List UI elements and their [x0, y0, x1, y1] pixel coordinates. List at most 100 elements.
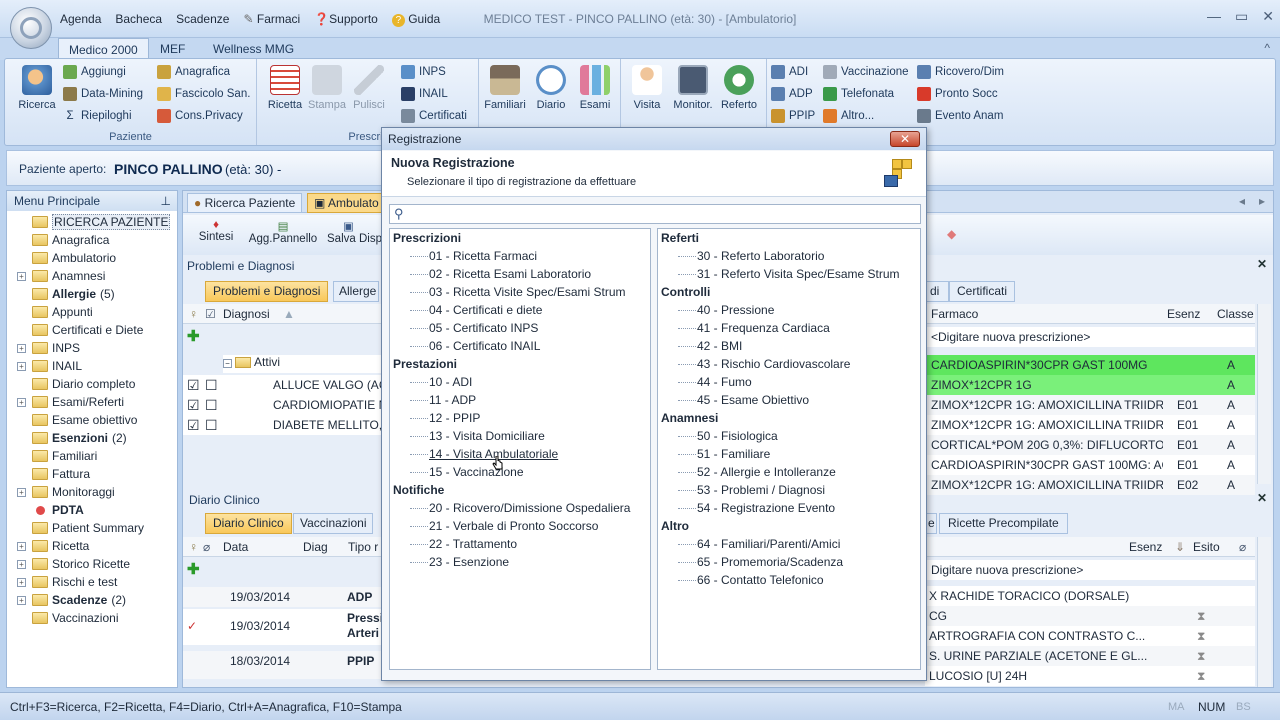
monitor-button[interactable]: Monitor. — [671, 65, 715, 111]
adi-button[interactable]: ADI — [771, 65, 808, 79]
stampa-button[interactable]: Stampa — [305, 65, 349, 111]
checkbox-checked[interactable]: ☑ — [187, 415, 200, 435]
farmaco-row[interactable]: ZIMOX*12CPR 1G: AMOXICILLINA TRIIDR... E0… — [925, 395, 1255, 415]
tab-scroll-left-icon[interactable]: ◂ — [1239, 194, 1245, 208]
inps-button[interactable]: INPS — [401, 65, 446, 79]
certificati-button[interactable]: Certificati — [401, 109, 467, 123]
add-diagnosi-icon[interactable]: ✚ — [187, 327, 200, 345]
dialog-close-button[interactable]: ✕ — [890, 131, 920, 147]
app-menu-button[interactable] — [10, 7, 52, 49]
menu-item[interactable]: Fattura — [7, 465, 90, 483]
menu-item[interactable]: Ambulatorio — [7, 249, 116, 267]
anagrafica-button[interactable]: Anagrafica — [157, 65, 230, 79]
aggiungi-button[interactable]: Aggiungi — [63, 65, 126, 79]
checkbox[interactable]: ☐ — [205, 375, 218, 395]
checkbox-checked[interactable]: ☑ — [187, 395, 200, 415]
esami-new-row[interactable]: Digitare nuova prescrizione> — [925, 560, 1255, 580]
data-mining-button[interactable]: Data-Mining — [63, 87, 143, 101]
menu-item[interactable]: Appunti — [7, 303, 93, 321]
cons-privacy-button[interactable]: Cons.Privacy — [157, 109, 243, 123]
diagnosi-row[interactable]: ☑ ☐ DIABETE MELLITO,T — [183, 415, 381, 435]
adp-button[interactable]: ADP — [771, 87, 813, 101]
tab-di[interactable]: di — [925, 281, 949, 302]
registration-item[interactable]: 11 - ADP — [410, 393, 476, 407]
referto-button[interactable]: Referto — [717, 65, 761, 111]
collapse-icon[interactable]: − — [223, 359, 232, 368]
registration-item[interactable]: 12 - PPIP — [410, 411, 480, 425]
menu-item[interactable]: Allergie (5) — [7, 285, 115, 303]
add-diario-icon[interactable]: ✚ — [187, 560, 200, 578]
tipo-column-header[interactable]: Tipo r — [348, 540, 378, 554]
menu-item[interactable]: Familiari — [7, 447, 97, 465]
classe-column-header[interactable]: Classe — [1217, 307, 1254, 321]
diario-button[interactable]: Diario — [529, 65, 573, 111]
familiari-button[interactable]: Familiari — [483, 65, 527, 111]
esami-esenz-header[interactable]: Esenz — [1129, 540, 1162, 554]
expand-icon[interactable]: + — [17, 541, 26, 551]
close-panel-icon[interactable]: ✕ — [1257, 491, 1267, 505]
expand-icon[interactable]: + — [17, 487, 26, 497]
expand-icon[interactable]: + — [17, 361, 26, 371]
expand-icon[interactable]: + — [17, 271, 26, 281]
menu-item[interactable]: Patient Summary — [7, 519, 144, 537]
registration-item[interactable]: 14 - Visita Ambulatoriale — [410, 447, 558, 461]
diagnosi-row[interactable]: ☑ ☐ ALLUCE VALGO (AC — [183, 375, 381, 395]
esami-esito-header[interactable]: Esito — [1193, 540, 1220, 554]
data-column-header[interactable]: Data — [223, 540, 248, 554]
registration-item[interactable]: 66 - Contatto Telefonico — [678, 573, 824, 587]
eraser-small-icon[interactable]: ◆ — [947, 227, 956, 241]
fascicolo-button[interactable]: Fascicolo San. — [157, 87, 250, 101]
expand-icon[interactable]: + — [17, 559, 26, 569]
registration-item[interactable]: 31 - Referto Visita Spec/Esame Strum — [678, 267, 900, 281]
expand-icon[interactable]: + — [17, 577, 26, 587]
menu-item[interactable]: + INAIL — [7, 357, 82, 375]
registration-item[interactable]: 52 - Allergie e Intolleranze — [678, 465, 836, 479]
close-icon[interactable]: ✕ — [1262, 8, 1274, 25]
maximize-icon[interactable]: ▭ — [1235, 8, 1248, 25]
menu-item[interactable]: Diario completo — [7, 375, 135, 393]
registration-item[interactable]: 10 - ADI — [410, 375, 472, 389]
registration-item[interactable]: 04 - Certificati e diete — [410, 303, 542, 317]
farmaci-scrollbar[interactable] — [1257, 304, 1271, 484]
attivi-node[interactable]: − Attivi — [223, 355, 383, 373]
tab-medico-2000[interactable]: Medico 2000 — [58, 38, 149, 60]
tab-wellness-mmg[interactable]: Wellness MMG — [203, 38, 304, 60]
registration-item[interactable]: 43 - Rischio Cardiovascolare — [678, 357, 850, 371]
registration-item[interactable]: 45 - Esame Obiettivo — [678, 393, 809, 407]
registration-item[interactable]: 05 - Certificato INPS — [410, 321, 538, 335]
menu-item[interactable]: Certificati e Diete — [7, 321, 143, 339]
registration-item[interactable]: 50 - Fisiologica — [678, 429, 778, 443]
altro-button[interactable]: Altro... — [823, 109, 874, 123]
registration-item[interactable]: 53 - Problemi / Diagnosi — [678, 483, 825, 497]
salva-disp-button[interactable]: ▣ Salva Disp — [327, 219, 383, 245]
diario-row[interactable]: ✓ 19/03/2014 Pressi Arteri — [183, 609, 381, 645]
farmaco-row[interactable]: ZIMOX*12CPR 1G: AMOXICILLINA TRIIDR... E0… — [925, 415, 1255, 435]
new-prescription-row[interactable]: <Digitare nuova prescrizione> — [925, 327, 1255, 347]
tab-scroll-right-icon[interactable]: ▸ — [1259, 194, 1265, 208]
esame-row[interactable]: LUCOSIO [U] 24H ⧗ — [925, 666, 1255, 686]
menu-item[interactable]: + Esami/Referti — [7, 393, 124, 411]
esame-row[interactable]: CG ⧗ — [925, 606, 1255, 626]
registration-item[interactable]: 02 - Ricetta Esami Laboratorio — [410, 267, 591, 281]
riepiloghi-button[interactable]: Σ Riepiloghi — [63, 109, 131, 123]
ricetta-button[interactable]: Ricetta — [263, 65, 307, 111]
sintesi-button[interactable]: ♦ Sintesi — [191, 219, 241, 243]
esame-row[interactable]: ARTROGRAFIA CON CONTRASTO C... ⧗ — [925, 626, 1255, 646]
registration-item[interactable]: 13 - Visita Domiciliare — [410, 429, 545, 443]
agg-pannello-button[interactable]: ▤ Agg.Pannello — [245, 219, 321, 245]
registration-item[interactable]: 15 - Vaccinazione — [410, 465, 524, 479]
farmaco-row[interactable]: ZIMOX*12CPR 1G: AMOXICILLINA TRIIDR E02 A — [925, 475, 1255, 495]
tab-vaccinazioni[interactable]: Vaccinazioni — [293, 513, 374, 534]
diag-column-header[interactable]: Diag — [303, 540, 328, 554]
farmaco-row[interactable]: CARDIOASPIRIN*30CPR GAST 100MG A — [925, 355, 1255, 375]
tab-diario-clinico[interactable]: Diario Clinico — [205, 513, 292, 534]
menu-item[interactable]: + Scadenze (2) — [7, 591, 126, 609]
registration-item[interactable]: 03 - Ricetta Visite Spec/Esami Strum — [410, 285, 626, 299]
checkbox[interactable]: ☐ — [205, 395, 218, 415]
ricerca-button[interactable]: Ricerca — [15, 65, 59, 111]
registration-item[interactable]: 42 - BMI — [678, 339, 742, 353]
farmaco-row[interactable]: CARDIOASPIRIN*30CPR GAST 100MG: ACI... E0… — [925, 455, 1255, 475]
tab-ricerca-paziente[interactable]: ● Ricerca Paziente — [187, 193, 303, 213]
ppip-button[interactable]: PPIP — [771, 109, 815, 123]
registration-item[interactable]: 65 - Promemoria/Scadenza — [678, 555, 843, 569]
